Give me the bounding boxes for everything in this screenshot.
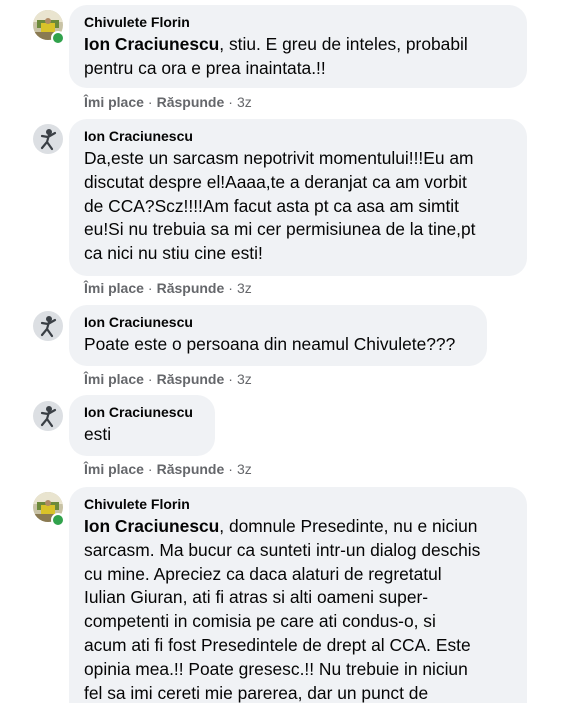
separator-dot: · <box>228 371 233 387</box>
profile-photo-icon <box>33 124 63 154</box>
like-button[interactable]: Îmi place <box>84 94 144 110</box>
like-button[interactable]: Îmi place <box>84 280 144 296</box>
separator-dot: · <box>147 371 153 387</box>
online-status-icon <box>51 513 65 527</box>
comment-thread: Chivulete Florin Ion Craciunescu, stiu. … <box>0 0 564 703</box>
online-status-icon <box>51 31 65 45</box>
reply-button[interactable]: Răspunde <box>157 94 225 110</box>
comment-timestamp[interactable]: 3z <box>237 280 252 296</box>
comment-body: , domnule Presedinte, nu e niciun sarcas… <box>84 516 481 703</box>
comment-text: Da,este un sarcasm nepotrivit momentului… <box>84 148 476 264</box>
comment-author[interactable]: Chivulete Florin <box>84 14 512 31</box>
avatar[interactable] <box>33 311 63 341</box>
comment-text: Ion Craciunescu, domnule Presedinte, nu … <box>84 515 512 703</box>
comment-timestamp[interactable]: 3z <box>237 371 252 387</box>
separator-dot: · <box>147 94 153 110</box>
profile-photo-icon <box>33 401 63 431</box>
separator-dot: · <box>228 461 233 477</box>
reply-button[interactable]: Răspunde <box>157 280 225 296</box>
separator-dot: · <box>147 461 153 477</box>
comment-text: Poate este o persoana din neamul Chivule… <box>84 334 456 354</box>
reply-button[interactable]: Răspunde <box>157 461 225 477</box>
comment-text: Ion Craciunescu, stiu. E greu de inteles… <box>84 33 512 81</box>
like-button[interactable]: Îmi place <box>84 461 144 477</box>
comment-timestamp[interactable]: 3z <box>237 94 252 110</box>
comment-author[interactable]: Chivulete Florin <box>84 496 512 513</box>
like-button[interactable]: Îmi place <box>84 371 144 387</box>
comment-bubble: Ion Craciunescu Poate este o persoana di… <box>69 305 487 366</box>
comment-actions: Îmi place · Răspunde · 3z <box>84 371 252 388</box>
separator-dot: · <box>228 94 233 110</box>
comment-actions: Îmi place · Răspunde · 3z <box>84 94 252 111</box>
profile-photo-icon <box>33 311 63 341</box>
comment-actions: Îmi place · Răspunde · 3z <box>84 280 252 297</box>
comment-author[interactable]: Ion Craciunescu <box>84 128 512 145</box>
comment-bubble: Ion Craciunescu Da,este un sarcasm nepot… <box>69 119 527 276</box>
mention-link[interactable]: Ion Craciunescu <box>84 516 219 536</box>
comment-bubble: Chivulete Florin Ion Craciunescu, stiu. … <box>69 5 527 88</box>
separator-dot: · <box>228 280 233 296</box>
comment-actions: Îmi place · Răspunde · 3z <box>84 461 252 478</box>
comment-author[interactable]: Ion Craciunescu <box>84 314 472 331</box>
reply-button[interactable]: Răspunde <box>157 371 225 387</box>
comment-author[interactable]: Ion Craciunescu <box>84 404 200 421</box>
comment-text: esti <box>84 424 112 444</box>
avatar[interactable] <box>33 401 63 431</box>
avatar[interactable] <box>33 124 63 154</box>
comment-bubble: Chivulete Florin Ion Craciunescu, domnul… <box>69 487 527 703</box>
comment-timestamp[interactable]: 3z <box>237 461 252 477</box>
comment-bubble: Ion Craciunescu esti <box>69 395 215 456</box>
separator-dot: · <box>147 280 153 296</box>
mention-link[interactable]: Ion Craciunescu <box>84 34 219 54</box>
